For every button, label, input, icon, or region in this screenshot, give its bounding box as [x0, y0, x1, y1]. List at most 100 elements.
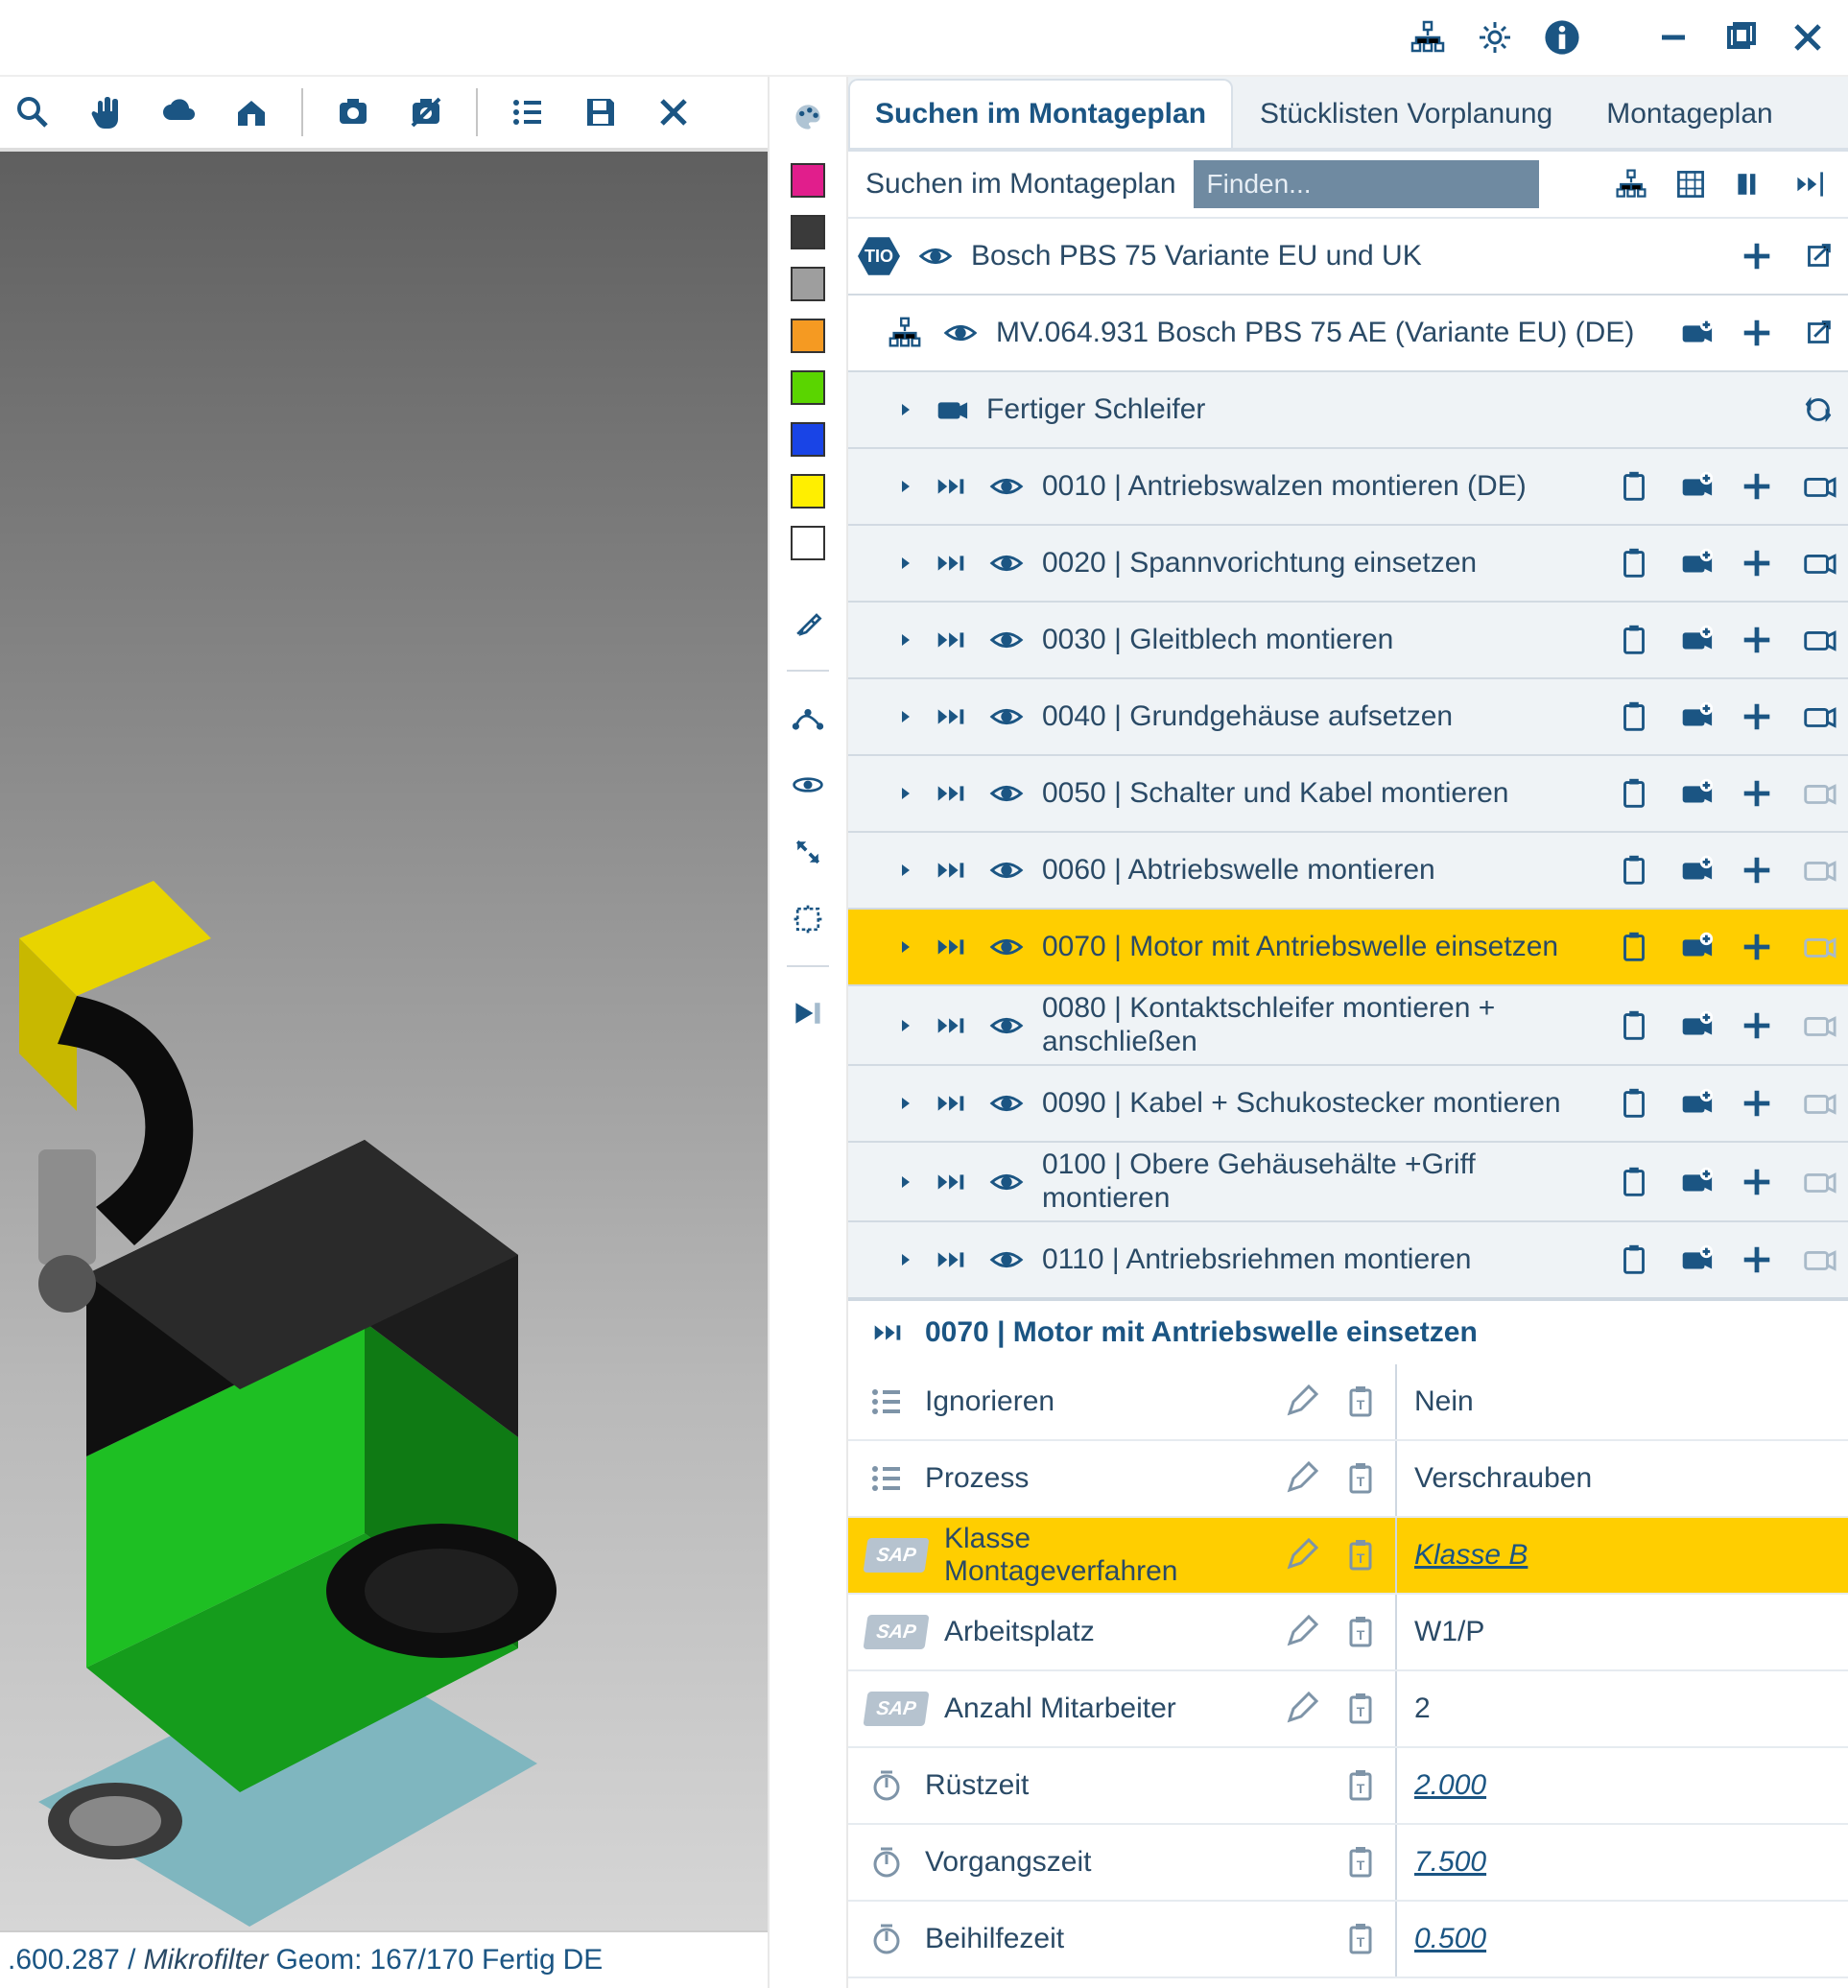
tree-operation[interactable]: 0100 | Obere Gehäusehälte +Griff montier… — [848, 1143, 1848, 1222]
property-row[interactable]: Beihilfezeit 0.500 — [848, 1902, 1848, 1978]
clipboard-icon[interactable] — [1614, 1162, 1654, 1202]
add-icon[interactable] — [1737, 1162, 1777, 1202]
open-external-icon[interactable] — [1798, 236, 1838, 276]
chevron-right-icon[interactable] — [896, 784, 915, 803]
camera-add-icon[interactable] — [1675, 1083, 1716, 1124]
add-icon[interactable] — [1737, 1240, 1777, 1280]
clipboard-icon[interactable] — [1614, 1006, 1654, 1046]
camera-outline-icon[interactable] — [1798, 850, 1838, 890]
chevron-right-icon[interactable] — [896, 1016, 915, 1035]
collapse-arrows-icon[interactable] — [787, 831, 829, 873]
tree-operation[interactable]: 0090 | Kabel + Schukostecker montieren — [848, 1066, 1848, 1143]
add-icon[interactable] — [1737, 850, 1777, 890]
color-swatch[interactable] — [791, 267, 825, 301]
property-row[interactable]: SAP Anzahl Mitarbeiter 2 — [848, 1671, 1848, 1748]
clipboard-icon[interactable] — [1614, 850, 1654, 890]
eye-icon[interactable] — [986, 773, 1027, 814]
property-row[interactable]: SAP Klasse Montageverfahren Klasse B — [848, 1518, 1848, 1595]
camera-icon[interactable] — [330, 89, 376, 135]
eye-icon[interactable] — [986, 927, 1027, 967]
fit-bounds-icon[interactable] — [787, 898, 829, 940]
settings-icon[interactable] — [1474, 16, 1516, 59]
eye-icon[interactable] — [986, 543, 1027, 583]
tree-operation[interactable]: 0080 | Kontaktschleifer montieren + ansc… — [848, 986, 1848, 1066]
clipboard-icon[interactable] — [1614, 1083, 1654, 1124]
camera-add-icon[interactable] — [1675, 1006, 1716, 1046]
color-swatch[interactable] — [791, 422, 825, 457]
camera-add-icon[interactable] — [1675, 620, 1716, 660]
camera-outline-icon[interactable] — [1798, 543, 1838, 583]
maximize-button[interactable] — [1719, 16, 1762, 59]
tree-operation[interactable]: 0020 | Spannvorichtung einsetzen — [848, 526, 1848, 603]
camera-outline-icon[interactable] — [1798, 697, 1838, 737]
clipboard-icon[interactable] — [1614, 773, 1654, 814]
network-icon[interactable] — [1407, 16, 1449, 59]
tab-assembly-plan[interactable]: Montageplan — [1579, 79, 1799, 148]
chevron-right-icon[interactable] — [896, 1094, 915, 1113]
chevron-right-icon[interactable] — [896, 477, 915, 496]
property-row[interactable]: Rüstzeit 2.000 — [848, 1748, 1848, 1825]
property-row[interactable]: Vorgangszeit 7.500 — [848, 1825, 1848, 1902]
clipboard-icon[interactable] — [1614, 697, 1654, 737]
tree-operation[interactable]: 0010 | Antriebswalzen montieren (DE) — [848, 449, 1848, 526]
camera-outline-icon[interactable] — [1798, 620, 1838, 660]
clipboard-t-icon[interactable] — [1339, 1381, 1382, 1423]
chevron-right-icon[interactable] — [896, 937, 915, 957]
tree-operation[interactable]: 0030 | Gleitblech montieren — [848, 603, 1848, 679]
chevron-right-icon[interactable] — [896, 1172, 915, 1192]
color-swatch[interactable] — [791, 215, 825, 249]
camera-outline-icon[interactable] — [1798, 1162, 1838, 1202]
camera-add-icon[interactable] — [1675, 543, 1716, 583]
eye-icon[interactable] — [986, 1083, 1027, 1124]
search-input[interactable] — [1194, 160, 1539, 208]
camera-add-icon[interactable] — [1675, 466, 1716, 507]
edit-icon[interactable] — [1280, 1611, 1322, 1653]
camera-add-icon[interactable] — [1675, 697, 1716, 737]
camera-add-icon[interactable] — [1675, 313, 1716, 353]
tree-operation[interactable]: 0070 | Motor mit Antriebswelle einsetzen — [848, 910, 1848, 986]
eye-icon[interactable] — [986, 1162, 1027, 1202]
eye-icon[interactable] — [986, 850, 1027, 890]
spline-icon[interactable] — [787, 697, 829, 739]
viewport-canvas[interactable] — [0, 152, 768, 1930]
palette-icon[interactable] — [787, 96, 829, 138]
list-icon[interactable] — [505, 89, 551, 135]
columns-icon[interactable] — [1729, 163, 1771, 205]
chevron-right-icon[interactable] — [896, 707, 915, 726]
add-icon[interactable] — [1737, 466, 1777, 507]
edit-icon[interactable] — [1280, 1688, 1322, 1730]
search-icon[interactable] — [10, 89, 56, 135]
property-row[interactable]: Ignorieren Nein — [848, 1364, 1848, 1441]
color-swatch[interactable] — [791, 526, 825, 560]
clipboard-icon[interactable] — [1614, 543, 1654, 583]
minimize-button[interactable] — [1652, 16, 1694, 59]
property-row[interactable]: Prozess Verschrauben — [848, 1441, 1848, 1518]
info-icon[interactable] — [1541, 16, 1583, 59]
tree-root[interactable]: TIO Bosch PBS 75 Variante EU und UK — [848, 219, 1848, 296]
add-icon[interactable] — [1737, 773, 1777, 814]
eyedropper-icon[interactable] — [787, 603, 829, 645]
add-icon[interactable] — [1737, 236, 1777, 276]
camera-add-icon[interactable] — [1675, 850, 1716, 890]
eye-icon[interactable] — [940, 313, 981, 353]
orbit-icon[interactable] — [787, 764, 829, 806]
home-icon[interactable] — [228, 89, 274, 135]
chevron-right-icon[interactable] — [896, 1250, 915, 1269]
chevron-right-icon[interactable] — [896, 400, 915, 419]
edit-icon[interactable] — [1280, 1381, 1322, 1423]
clipboard-t-icon[interactable] — [1339, 1764, 1382, 1807]
camera-add-icon[interactable] — [1675, 1162, 1716, 1202]
tree-operation[interactable]: 0040 | Grundgehäuse aufsetzen — [848, 679, 1848, 756]
eye-icon[interactable] — [986, 1240, 1027, 1280]
pan-hand-icon[interactable] — [83, 89, 129, 135]
open-external-icon[interactable] — [1798, 313, 1838, 353]
sync-icon[interactable] — [1798, 390, 1838, 430]
camera-outline-icon[interactable] — [1798, 773, 1838, 814]
add-icon[interactable] — [1737, 620, 1777, 660]
property-row[interactable]: SAP Arbeitsplatz W1/P — [848, 1595, 1848, 1671]
chevron-right-icon[interactable] — [896, 630, 915, 650]
eye-icon[interactable] — [986, 466, 1027, 507]
clipboard-t-icon[interactable] — [1339, 1688, 1382, 1730]
clipboard-icon[interactable] — [1614, 1240, 1654, 1280]
color-swatch[interactable] — [791, 370, 825, 405]
